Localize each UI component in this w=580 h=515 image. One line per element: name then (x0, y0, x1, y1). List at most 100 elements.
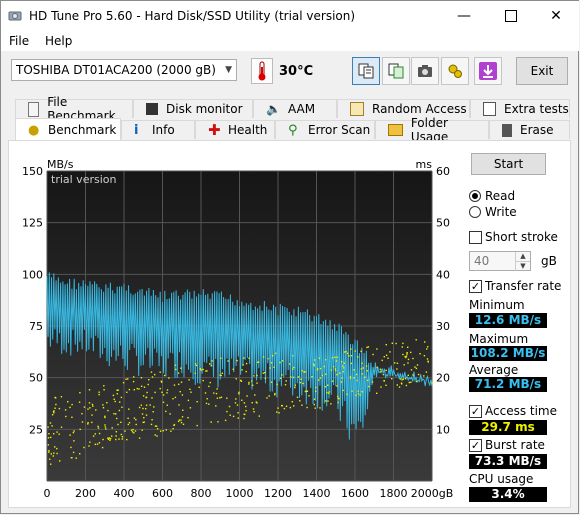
access-time-point (403, 364, 405, 366)
access-time-point (215, 392, 218, 395)
write-radio[interactable] (469, 206, 481, 218)
access-time-point (147, 383, 149, 386)
access-time-point (205, 370, 207, 372)
options-button[interactable] (441, 57, 469, 85)
access-time-point (281, 404, 283, 407)
tab-folder-usage[interactable]: Folder Usage (375, 116, 489, 144)
access-time-point (360, 368, 363, 370)
transfer-rate-checkbox[interactable]: ✓ (469, 280, 482, 293)
tab-aam-label: AAM (288, 102, 316, 116)
access-time-point (353, 369, 355, 371)
menu-help[interactable]: Help (45, 34, 72, 48)
access-time-point (367, 379, 369, 382)
access-time-point (335, 360, 338, 362)
burst-rate-label: Burst rate (485, 438, 545, 452)
menu-file[interactable]: File (9, 34, 29, 48)
drive-select[interactable]: TOSHIBA DT01ACA200 (2000 gB) ▼ (11, 59, 237, 81)
x-tick-label: 400 (114, 487, 135, 500)
access-time-point (362, 367, 364, 369)
access-time-point (427, 360, 429, 362)
access-time-point (276, 383, 278, 386)
read-radio[interactable] (469, 190, 481, 202)
save-button[interactable] (474, 57, 502, 85)
access-time-point (346, 393, 348, 395)
access-time-point (175, 368, 177, 371)
access-time-point (297, 376, 300, 378)
access-time-point (323, 365, 325, 368)
tab-aam[interactable]: 🔈 AAM (253, 99, 337, 118)
access-time-point (308, 395, 310, 397)
access-time-point (371, 381, 374, 383)
access-time-point (188, 379, 190, 381)
spin-down-icon[interactable]: ▼ (515, 261, 530, 271)
tab-benchmark[interactable]: ● Benchmark (15, 118, 121, 140)
access-time-point (119, 401, 121, 403)
access-time-point (180, 367, 182, 369)
exit-button[interactable]: Exit (516, 57, 568, 85)
tab-info-label: Info (152, 123, 175, 137)
access-time-point (118, 409, 121, 412)
access-time-point (217, 421, 219, 423)
access-time-point (327, 384, 329, 386)
access-time-point (415, 339, 417, 341)
tab-disk-monitor[interactable]: Disk monitor (133, 99, 253, 118)
access-time-point (106, 402, 108, 404)
access-time-point (416, 364, 419, 366)
access-time-point (53, 410, 55, 412)
burst-rate-checkbox[interactable]: ✓ (469, 439, 482, 452)
extra-tests-icon (483, 102, 496, 116)
access-time-point (240, 380, 243, 382)
short-stroke-spinbox[interactable]: 40 ▲ ▼ (469, 251, 531, 271)
access-time-point (148, 379, 150, 381)
access-time-point (180, 421, 183, 424)
access-time-point (121, 436, 124, 438)
copy-all-button[interactable] (382, 57, 410, 85)
access-time-point (133, 376, 135, 378)
x-tick-label: 600 (152, 487, 173, 500)
burst-rate-value: 73.3 MB/s (469, 454, 547, 469)
access-time-point (98, 432, 101, 435)
copy-info-button[interactable] (352, 57, 380, 85)
access-time-point (202, 368, 204, 371)
spin-up-icon[interactable]: ▲ (515, 252, 530, 261)
close-button[interactable]: ✕ (533, 1, 579, 31)
access-time-point (304, 371, 306, 373)
access-time-point (407, 346, 409, 348)
access-time-point (357, 356, 359, 358)
access-time-point (156, 435, 158, 437)
access-time-point (113, 413, 115, 415)
screenshot-button[interactable] (411, 57, 439, 85)
start-button[interactable]: Start (471, 153, 546, 175)
access-time-point (156, 428, 159, 430)
access-time-point (221, 372, 223, 374)
tab-file-benchmark[interactable]: File Benchmark (15, 95, 133, 123)
tab-info[interactable]: i Info (121, 120, 195, 139)
access-time-point (244, 413, 246, 416)
access-time-point (126, 391, 128, 393)
y-right-axis-label: ms (416, 158, 433, 171)
access-time-point (342, 371, 344, 373)
access-time-point (423, 375, 425, 377)
minimize-button[interactable]: — (441, 1, 487, 31)
access-time-point (245, 362, 248, 365)
access-time-point (342, 365, 344, 367)
access-time-point (208, 403, 210, 405)
access-time-checkbox[interactable]: ✓ (469, 405, 482, 418)
tab-error-scan[interactable]: ⚲ Error Scan (275, 120, 375, 139)
maximize-button[interactable] (488, 1, 534, 31)
x-tick-label: 1200 (264, 487, 292, 500)
access-time-point (143, 421, 145, 423)
magnifier-icon: ⚲ (288, 123, 298, 138)
access-time-point (88, 389, 91, 391)
access-time-point (331, 380, 334, 382)
tab-health[interactable]: ✚ Health (195, 120, 275, 139)
access-time-point (313, 398, 316, 400)
access-time-point (425, 371, 428, 373)
access-time-point (194, 363, 197, 365)
short-stroke-checkbox[interactable] (469, 231, 482, 244)
access-time-point (91, 414, 93, 416)
access-time-point (350, 355, 353, 357)
tab-erase[interactable]: Erase (489, 120, 570, 139)
access-time-point (140, 385, 143, 387)
access-time-point (337, 397, 339, 399)
